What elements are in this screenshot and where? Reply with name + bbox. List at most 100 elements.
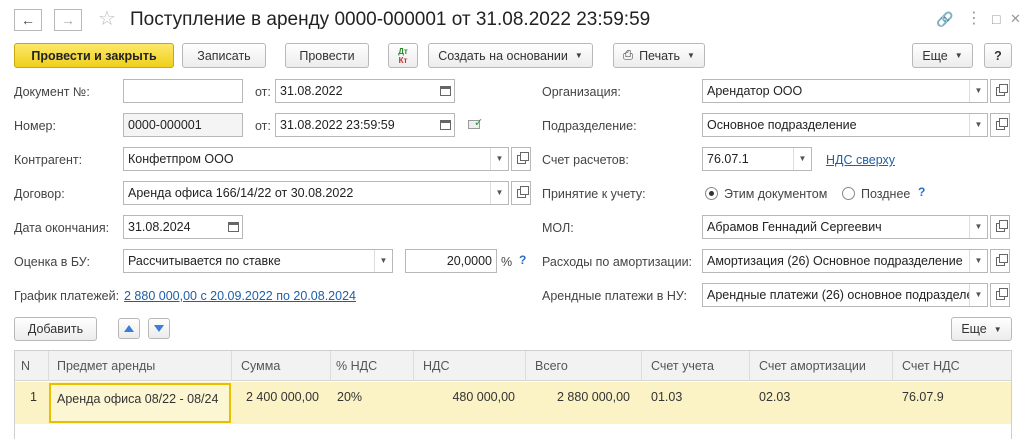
open-counterparty-button[interactable] — [511, 147, 531, 171]
add-row-button[interactable]: Добавить — [14, 317, 97, 341]
number-input[interactable]: 0000-000001 — [123, 113, 243, 137]
department-select[interactable]: Основное подразделение ▼ — [702, 113, 988, 137]
open-department-button[interactable] — [990, 113, 1010, 137]
col-amort-account[interactable]: Счет амортизации — [750, 351, 893, 381]
arrow-left-icon: ← — [21, 12, 35, 28]
post-and-close-button[interactable]: Провести и закрыть — [14, 43, 174, 68]
col-vat[interactable]: НДС — [414, 351, 526, 381]
help-button[interactable]: ? — [984, 43, 1012, 68]
organization-select[interactable]: Арендатор ООО ▼ — [702, 79, 988, 103]
open-window-icon — [995, 83, 1008, 96]
favorite-star-icon[interactable]: ☆ — [98, 7, 116, 31]
dt-kt-button[interactable]: Дт Кт — [388, 43, 418, 68]
number-date-input[interactable]: 31.08.2022 23:59:59 — [275, 113, 455, 137]
col-amount[interactable]: Сумма — [232, 351, 331, 381]
arrow-up-icon — [124, 325, 134, 332]
calendar-icon[interactable] — [224, 216, 242, 238]
chevron-down-icon[interactable]: ▼ — [490, 182, 508, 204]
acceptance-this-doc-label: Этим документом — [724, 187, 828, 201]
col-account[interactable]: Счет учета — [642, 351, 750, 381]
mol-select[interactable]: Абрамов Геннадий Сергеевич ▼ — [702, 215, 988, 239]
items-table: N Предмет аренды Сумма % НДС НДС Всего С… — [14, 350, 1012, 439]
open-rent-nu-button[interactable] — [990, 283, 1010, 307]
doc-no-input[interactable] — [123, 79, 243, 103]
link-icon[interactable]: 🔗 — [936, 10, 953, 28]
chevron-down-icon[interactable]: ▼ — [969, 114, 987, 136]
schedule-label: График платежей: — [14, 289, 120, 303]
account-select[interactable]: 76.07.1 ▼ — [702, 147, 812, 171]
mol-label: МОЛ: — [542, 221, 574, 235]
chevron-down-icon[interactable]: ▼ — [969, 284, 987, 306]
back-button[interactable]: ← — [14, 9, 42, 31]
col-n[interactable]: N — [15, 351, 49, 381]
acceptance-later-radio[interactable] — [842, 187, 855, 200]
acceptance-help-icon[interactable]: ? — [918, 185, 925, 199]
chevron-down-icon[interactable]: ▼ — [969, 250, 987, 272]
open-organization-button[interactable] — [990, 79, 1010, 103]
create-based-on-button[interactable]: Создать на основании ▼ — [428, 43, 593, 68]
chevron-down-icon[interactable]: ▼ — [969, 80, 987, 102]
chevron-down-icon[interactable]: ▼ — [969, 216, 987, 238]
cell-vat-account[interactable]: 76.07.9 — [893, 382, 1011, 424]
dt-kt-icon-top: Дт — [398, 46, 408, 56]
col-vat-rate[interactable]: % НДС — [331, 351, 414, 381]
cell-amount[interactable]: 2 400 000,00 — [232, 382, 325, 424]
cell-vat-rate[interactable]: 20% — [331, 382, 414, 424]
amortization-select[interactable]: Амортизация (26) Основное подразделение ▼ — [702, 249, 988, 273]
save-button[interactable]: Записать — [182, 43, 266, 68]
chevron-down-icon[interactable]: ▼ — [374, 250, 392, 272]
acceptance-later-label: Позднее — [861, 187, 911, 201]
col-subject[interactable]: Предмет аренды — [49, 351, 232, 381]
end-date-label: Дата окончания: — [14, 221, 110, 235]
cell-subject[interactable]: Аренда офиса 08/22 - 08/24 — [49, 383, 231, 423]
rent-nu-select[interactable]: Арендные платежи (26) основное подраздел… — [702, 283, 988, 307]
amortization-label: Расходы по амортизации: — [542, 255, 693, 269]
move-down-button[interactable] — [148, 318, 170, 339]
number-date-label: от: — [255, 119, 271, 133]
calendar-icon[interactable] — [436, 80, 454, 102]
counterparty-select[interactable]: Конфетпром ООО ▼ — [123, 147, 509, 171]
end-date-input[interactable]: 31.08.2024 — [123, 215, 243, 239]
open-mol-button[interactable] — [990, 215, 1010, 239]
acceptance-label: Принятие к учету: — [542, 187, 646, 201]
move-up-button[interactable] — [118, 318, 140, 339]
maximize-icon[interactable]: □ — [992, 10, 1000, 28]
close-icon[interactable]: ✕ — [1010, 10, 1021, 28]
rate-input[interactable]: 20,0000 — [405, 249, 497, 273]
col-vat-account[interactable]: Счет НДС — [893, 351, 1011, 381]
chevron-down-icon[interactable]: ▼ — [490, 148, 508, 170]
rate-help-icon[interactable]: ? — [519, 253, 526, 267]
acceptance-this-doc-radio[interactable] — [705, 187, 718, 200]
calendar-icon[interactable] — [436, 114, 454, 136]
cell-amort-account[interactable]: 02.03 — [750, 382, 893, 424]
table-header: N Предмет аренды Сумма % НДС НДС Всего С… — [15, 351, 1011, 381]
cell-vat[interactable]: 480 000,00 — [414, 382, 521, 424]
schedule-link[interactable]: 2 880 000,00 с 20.09.2022 по 20.08.2024 — [124, 288, 356, 304]
post-button[interactable]: Провести — [285, 43, 369, 68]
cell-total[interactable]: 2 880 000,00 — [526, 382, 636, 424]
vat-link[interactable]: НДС сверху — [826, 152, 895, 168]
contract-select[interactable]: Аренда офиса 166/14/22 от 30.08.2022 ▼ — [123, 181, 509, 205]
chevron-down-icon: ▼ — [954, 51, 963, 60]
menu-dots-icon[interactable]: ⋮ — [966, 10, 982, 28]
number-label: Номер: — [14, 119, 56, 133]
col-total[interactable]: Всего — [526, 351, 642, 381]
table-row[interactable]: 1 Аренда офиса 08/22 - 08/24 2 400 000,0… — [15, 382, 1011, 424]
printer-icon: ⎙ — [623, 48, 634, 62]
cell-account[interactable]: 01.03 — [642, 382, 750, 424]
table-more-button[interactable]: Еще ▼ — [951, 317, 1012, 341]
arrow-down-icon — [154, 325, 164, 332]
open-amortization-button[interactable] — [990, 249, 1010, 273]
forward-button[interactable]: → — [54, 9, 82, 31]
valuation-select[interactable]: Рассчитывается по ставке ▼ — [123, 249, 393, 273]
print-button[interactable]: ⎙ Печать ▼ — [613, 43, 705, 68]
more-button[interactable]: Еще ▼ — [912, 43, 973, 68]
cell-n[interactable]: 1 — [15, 382, 43, 424]
doc-date-input[interactable]: 31.08.2022 — [275, 79, 455, 103]
doc-no-label: Документ №: — [14, 85, 90, 99]
status-check-icon[interactable]: ✓ — [467, 117, 483, 131]
open-contract-button[interactable] — [511, 181, 531, 205]
chevron-down-icon[interactable]: ▼ — [793, 148, 811, 170]
rent-nu-label: Арендные платежи в НУ: — [542, 289, 687, 303]
counterparty-label: Контрагент: — [14, 153, 83, 167]
